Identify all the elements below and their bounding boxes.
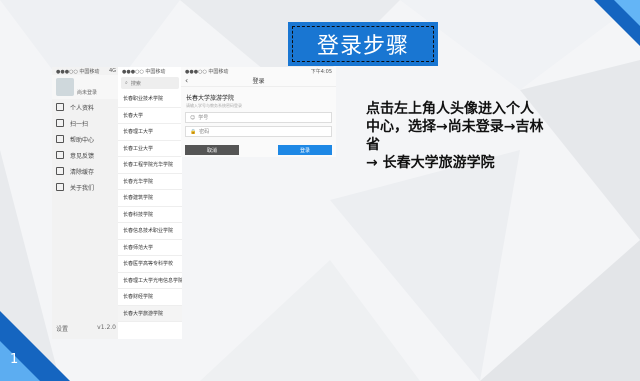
- school-list-item[interactable]: 长春工业大学: [118, 141, 182, 157]
- menu-item-icon: [56, 103, 64, 111]
- school-list-item[interactable]: 长春医学高等专科学校: [118, 256, 182, 273]
- person-icon: ☺: [190, 114, 196, 121]
- school-list-item[interactable]: 长春理工大学: [118, 124, 182, 141]
- menu-item[interactable]: 清除缓存: [52, 163, 120, 179]
- status-bar: ●●●○○ 中国移动 下午4:05: [181, 67, 336, 75]
- time-label: 下午4:05: [310, 69, 332, 75]
- user-header[interactable]: 尚未登录: [52, 75, 120, 99]
- school-list-item[interactable]: 长春理工大学光电信息学院: [118, 273, 182, 289]
- school-list-item[interactable]: 长春师范大学: [118, 240, 182, 256]
- menu-item-icon: [56, 167, 64, 175]
- search-icon: ⌕: [125, 80, 128, 86]
- menu-item-label: 意见反馈: [70, 152, 95, 160]
- menu-item-label: 关于我们: [70, 184, 95, 192]
- menu-item-label: 清除缓存: [70, 168, 95, 176]
- menu-footer: 设置 v1.2.0: [56, 324, 116, 333]
- lock-icon: 🔒: [190, 128, 197, 135]
- login-button[interactable]: 登录: [278, 145, 332, 155]
- search-input[interactable]: ⌕ 搜索: [121, 77, 179, 89]
- menu-item[interactable]: 帮助中心: [52, 131, 120, 147]
- status-bar: ●●●○○ 中国移动: [118, 67, 182, 75]
- school-list-item[interactable]: 长春信息技术职业学院: [118, 223, 182, 240]
- settings-link[interactable]: 设置: [56, 324, 68, 333]
- menu-item[interactable]: 个人资料: [52, 99, 120, 115]
- menu-item-label: 扫一扫: [70, 120, 89, 128]
- side-menu: 个人资料扫一扫帮助中心意见反馈清除缓存关于我们: [52, 99, 120, 195]
- selected-school-title: 长春大学旅游学院: [186, 95, 235, 102]
- login-nav-title: 登录: [252, 78, 265, 85]
- phone-personal-center: ●●●○○ 中国移动 4G 尚未登录 个人资料扫一扫帮助中心意见反馈清除缓存关于…: [52, 67, 120, 339]
- student-id-field[interactable]: ☺ 学号: [185, 112, 332, 123]
- school-list-item[interactable]: 长春光华学院: [118, 174, 182, 190]
- phone-login: ●●●○○ 中国移动 下午4:05 ‹ 登录 长春大学旅游学院 请输入学号与教务…: [181, 67, 336, 157]
- page-number: 1: [10, 352, 19, 367]
- school-list: 长春职业技术学院 长春大学 长春理工大学 长春工业大学 长春工程学院光华学院 长春光华学院…: [118, 91, 182, 322]
- menu-item-icon: [56, 135, 64, 143]
- version-label: v1.2.0: [97, 324, 116, 331]
- login-navbar: ‹ 登录: [181, 75, 336, 87]
- carrier-label: ●●●○○ 中国移动: [56, 69, 100, 75]
- password-field[interactable]: 🔒 密码: [185, 126, 332, 137]
- phone-school-list: ●●●○○ 中国移动 ⌕ 搜索 长春职业技术学院 长春大学 长春理工大学 长春工业大学…: [118, 67, 182, 339]
- corner-decoration-top-right-light: [614, 0, 640, 26]
- slide-title-box: 登录步骤: [288, 22, 438, 66]
- cancel-button[interactable]: 取消: [185, 145, 239, 155]
- menu-item-icon: [56, 183, 64, 191]
- back-arrow-icon[interactable]: ‹: [185, 76, 188, 85]
- password-placeholder: 密码: [199, 129, 210, 135]
- menu-item-label: 帮助中心: [70, 136, 95, 144]
- slide-title: 登录步骤: [316, 34, 409, 59]
- menu-item-label: 个人资料: [70, 104, 95, 112]
- login-buttons: 取消 登录: [185, 145, 332, 155]
- school-list-item[interactable]: 长春工程学院光华学院: [118, 157, 182, 174]
- school-list-item[interactable]: 长春财经学院: [118, 289, 182, 306]
- menu-item[interactable]: 关于我们: [52, 179, 120, 195]
- menu-item-icon: [56, 119, 64, 127]
- school-list-item[interactable]: 长春大学: [118, 108, 182, 124]
- student-id-placeholder: 学号: [198, 115, 209, 121]
- menu-item[interactable]: 扫一扫: [52, 115, 120, 131]
- menu-item-icon: [56, 151, 64, 159]
- school-list-item[interactable]: 长春大学旅游学院: [118, 305, 182, 322]
- carrier-label: ●●●○○ 中国移动: [122, 69, 166, 75]
- login-hint: 请输入学号与教务系统密码登录: [186, 103, 242, 108]
- school-list-item[interactable]: 长春科技学院: [118, 207, 182, 223]
- search-placeholder: 搜索: [130, 80, 141, 87]
- instruction-text: 点击左上角人头像进入个人中心，选择→尚未登录→吉林省 → 长春大学旅游学院: [366, 101, 544, 171]
- status-bar: ●●●○○ 中国移动 4G: [52, 67, 120, 75]
- user-login-status[interactable]: 尚未登录: [77, 89, 97, 96]
- school-list-item[interactable]: 长春建筑学院: [118, 190, 182, 207]
- network-label: 4G: [108, 68, 116, 74]
- corner-decoration-bottom-left-light: [0, 341, 40, 381]
- carrier-label: ●●●○○ 中国移动: [185, 69, 229, 75]
- avatar[interactable]: [56, 78, 74, 96]
- school-list-item[interactable]: 长春职业技术学院: [118, 91, 182, 108]
- menu-item[interactable]: 意见反馈: [52, 147, 120, 163]
